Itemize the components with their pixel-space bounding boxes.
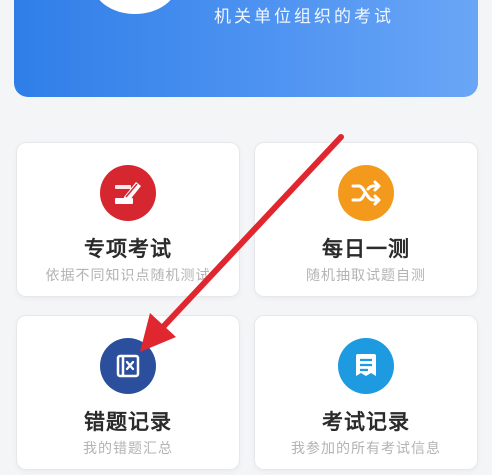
header-banner: 机关单位组织的考试 bbox=[14, 0, 478, 97]
card-daily-test[interactable]: 每日一测 随机抽取试题自测 bbox=[254, 142, 478, 297]
banner-subtitle: 机关单位组织的考试 bbox=[214, 7, 394, 27]
wrong-book-icon bbox=[100, 338, 156, 394]
card-wrong-questions[interactable]: 错题记录 我的错题汇总 bbox=[16, 315, 240, 470]
card-title: 每日一测 bbox=[322, 237, 410, 261]
card-description: 依据不同知识点随机测试 bbox=[45, 268, 211, 284]
shuffle-icon bbox=[338, 165, 394, 221]
card-title: 专项考试 bbox=[84, 237, 172, 261]
document-list-icon bbox=[338, 338, 394, 394]
pencil-card-icon bbox=[100, 165, 156, 221]
card-description: 我参加的所有考试信息 bbox=[291, 441, 441, 457]
party-emblem-icon bbox=[92, 0, 178, 14]
card-title: 错题记录 bbox=[84, 410, 172, 434]
card-description: 随机抽取试题自测 bbox=[306, 268, 426, 284]
card-special-exam[interactable]: 专项考试 依据不同知识点随机测试 bbox=[16, 142, 240, 297]
card-exam-records[interactable]: 考试记录 我参加的所有考试信息 bbox=[254, 315, 478, 470]
card-title: 考试记录 bbox=[322, 410, 410, 434]
card-description: 我的错题汇总 bbox=[83, 441, 173, 457]
